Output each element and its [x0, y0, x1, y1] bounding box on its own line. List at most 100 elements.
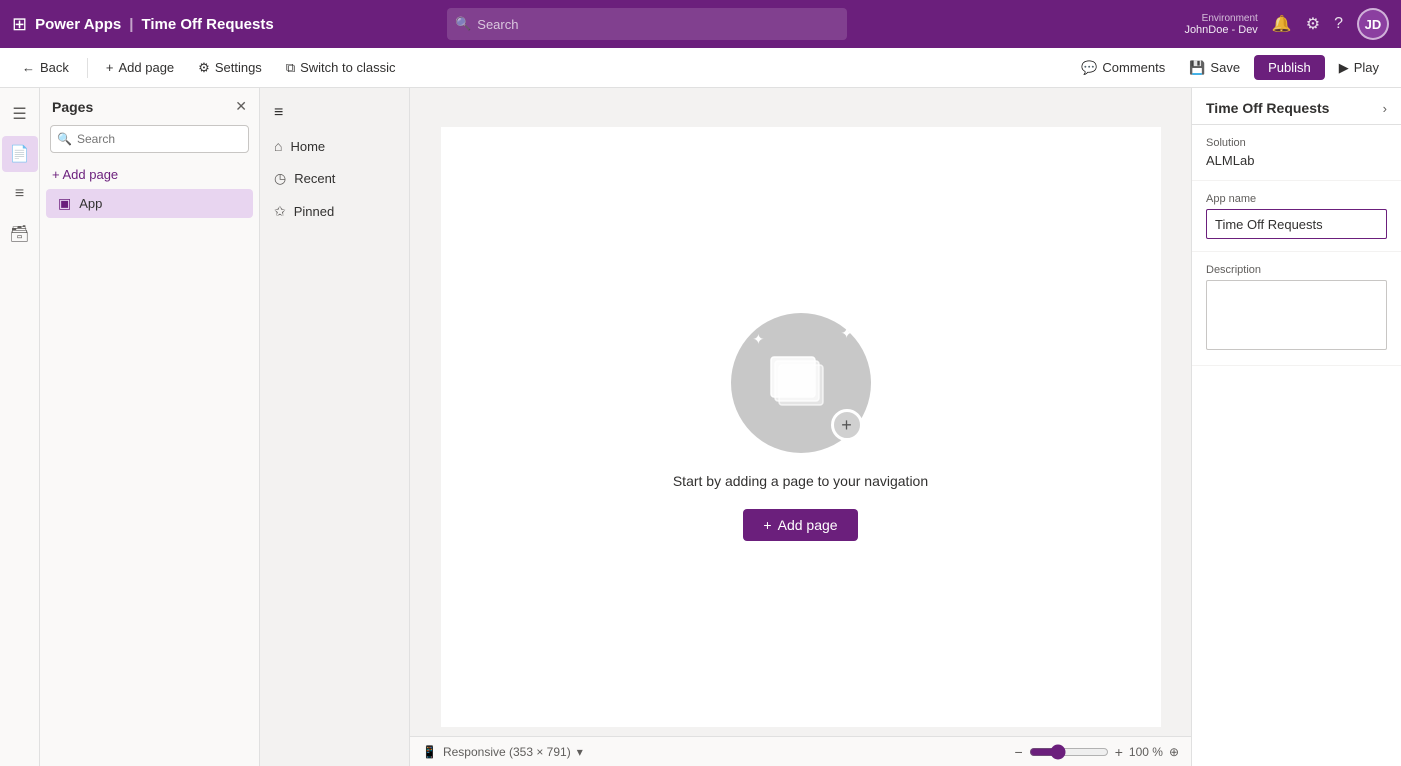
zoom-slider[interactable] [1029, 744, 1109, 760]
pages-search-container: 🔍 [50, 125, 249, 153]
right-panel: Time Off Requests › Solution ALMLab App … [1191, 88, 1401, 766]
canvas-add-page-button[interactable]: + Add page [743, 509, 857, 541]
zoom-in-button[interactable]: + [1115, 744, 1123, 760]
brand-separator: | [129, 16, 133, 33]
pages-panel-header: Pages ✕ [40, 88, 259, 125]
page-item-icon: ▣ [58, 195, 71, 212]
sidebar-data-icon[interactable]: 🗃 [2, 216, 38, 252]
preview-menu-icon[interactable]: ≡ [260, 96, 409, 130]
app-name-input[interactable] [1206, 209, 1387, 239]
right-panel-header: Time Off Requests › [1192, 88, 1401, 125]
add-page-button[interactable]: + Add page [96, 56, 184, 79]
notification-icon[interactable]: 🔔 [1272, 14, 1292, 34]
publish-button[interactable]: Publish [1254, 55, 1325, 80]
search-input[interactable] [447, 8, 847, 40]
toolbar-divider-1 [87, 58, 88, 78]
zoom-out-button[interactable]: − [1015, 744, 1023, 760]
switch-icon: ⧉ [286, 60, 295, 76]
canvas-area: ✦ ✦ ✦ + Start by adding a page to your n… [410, 88, 1191, 766]
app-name-section: App name [1192, 181, 1401, 252]
responsive-indicator[interactable]: 📱 [422, 745, 437, 759]
description-section: Description [1192, 252, 1401, 366]
grid-icon[interactable]: ⊞ [12, 14, 27, 35]
pages-panel-close-button[interactable]: ✕ [235, 98, 247, 115]
canvas-prompt-text: Start by adding a page to your navigatio… [673, 473, 928, 489]
sparkle-tr: ✦ [841, 325, 853, 342]
top-navigation: ⊞ Power Apps | Time Off Requests 🔍 Envir… [0, 0, 1401, 48]
main-layout: ☰ 📄 ≡ 🗃 Pages ✕ 🔍 + Add page ▣ App ••• ≡… [0, 88, 1401, 766]
canvas-inner: ✦ ✦ ✦ + Start by adding a page to your n… [441, 127, 1161, 727]
comments-icon: 💬 [1081, 60, 1097, 76]
preview-nav-recent[interactable]: ◷ Recent [260, 162, 409, 195]
brand: Power Apps | Time Off Requests [35, 16, 274, 33]
home-icon: ⌂ [274, 138, 282, 154]
canvas-plus-badge: + [831, 409, 863, 441]
brand-name: Power Apps [35, 16, 121, 33]
description-label: Description [1206, 264, 1387, 276]
settings-icon[interactable]: ⚙ [1306, 14, 1320, 34]
pages-search-icon: 🔍 [57, 132, 72, 146]
responsive-label: Responsive (353 × 791) [443, 745, 571, 759]
solution-value: ALMLab [1206, 153, 1387, 168]
sidebar-list-icon[interactable]: ≡ [2, 176, 38, 212]
comments-label: Comments [1102, 60, 1165, 75]
save-icon: 💾 [1189, 60, 1205, 76]
responsive-chevron[interactable]: ▾ [577, 745, 583, 759]
right-panel-title: Time Off Requests [1206, 100, 1329, 116]
save-button[interactable]: 💾 Save [1179, 56, 1250, 80]
help-icon[interactable]: ? [1334, 15, 1343, 33]
icon-sidebar: ☰ 📄 ≡ 🗃 [0, 88, 40, 766]
sidebar-pages-icon[interactable]: 📄 [2, 136, 38, 172]
sidebar-nav-icon[interactable]: ☰ [2, 96, 38, 132]
pinned-icon: ✩ [274, 203, 286, 220]
description-textarea[interactable] [1206, 280, 1387, 350]
preview-nav-home-label: Home [290, 139, 325, 154]
add-page-panel-button[interactable]: + Add page [40, 161, 259, 188]
recent-icon: ◷ [274, 170, 286, 187]
pages-search-input[interactable] [50, 125, 249, 153]
add-page-panel-label: + Add page [52, 167, 118, 182]
app-name: Time Off Requests [141, 16, 273, 33]
back-button[interactable]: ← Back [12, 56, 79, 79]
fit-icon[interactable]: ⊕ [1169, 745, 1179, 759]
sparkle-tl: ✦ [753, 331, 765, 348]
bottom-bar: 📱 Responsive (353 × 791) ▾ − + 100 % ⊕ [410, 736, 1191, 766]
solution-label: Solution [1206, 137, 1387, 149]
settings-button[interactable]: ⚙ Settings [188, 56, 272, 80]
app-name-label: App name [1206, 193, 1387, 205]
solution-section: Solution ALMLab [1192, 125, 1401, 181]
top-nav-right: Environment JohnDoe - Dev 🔔 ⚙ ? JD [1184, 8, 1389, 40]
canvas-placeholder-icon: ✦ ✦ ✦ + [731, 313, 871, 453]
back-icon: ← [22, 60, 35, 75]
avatar[interactable]: JD [1357, 8, 1389, 40]
pages-panel: Pages ✕ 🔍 + Add page ▣ App ••• [40, 88, 260, 766]
zoom-controls: − + 100 % ⊕ [1015, 744, 1179, 760]
comments-button[interactable]: 💬 Comments [1071, 56, 1175, 80]
toolbar: ← Back + Add page ⚙ Settings ⧉ Switch to… [0, 48, 1401, 88]
preview-nav-home[interactable]: ⌂ Home [260, 130, 409, 162]
play-icon: ▶ [1339, 60, 1349, 76]
environment-user: JohnDoe - Dev [1184, 24, 1257, 36]
publish-label: Publish [1268, 60, 1311, 75]
page-item-label: App [79, 196, 219, 211]
page-item-app[interactable]: ▣ App ••• [46, 189, 253, 218]
play-label: Play [1354, 60, 1379, 75]
pages-stack-icon [761, 343, 841, 423]
add-page-label: Add page [119, 60, 175, 75]
search-icon: 🔍 [455, 16, 471, 32]
preview-nav-pinned-label: Pinned [294, 204, 334, 219]
pages-panel-title: Pages [52, 99, 93, 115]
switch-classic-label: Switch to classic [300, 60, 395, 75]
zoom-level: 100 % [1129, 745, 1163, 759]
environment-label: Environment [1202, 13, 1258, 24]
preview-nav-pinned[interactable]: ✩ Pinned [260, 195, 409, 228]
save-label: Save [1210, 60, 1240, 75]
play-button[interactable]: ▶ Play [1329, 56, 1389, 80]
preview-nav-recent-label: Recent [294, 171, 335, 186]
canvas-add-icon: + [763, 517, 771, 533]
switch-classic-button[interactable]: ⧉ Switch to classic [276, 56, 406, 80]
settings-gear-icon: ⚙ [198, 60, 210, 76]
search-container: 🔍 [447, 8, 847, 40]
settings-label: Settings [215, 60, 262, 75]
right-panel-chevron-icon[interactable]: › [1383, 101, 1387, 116]
